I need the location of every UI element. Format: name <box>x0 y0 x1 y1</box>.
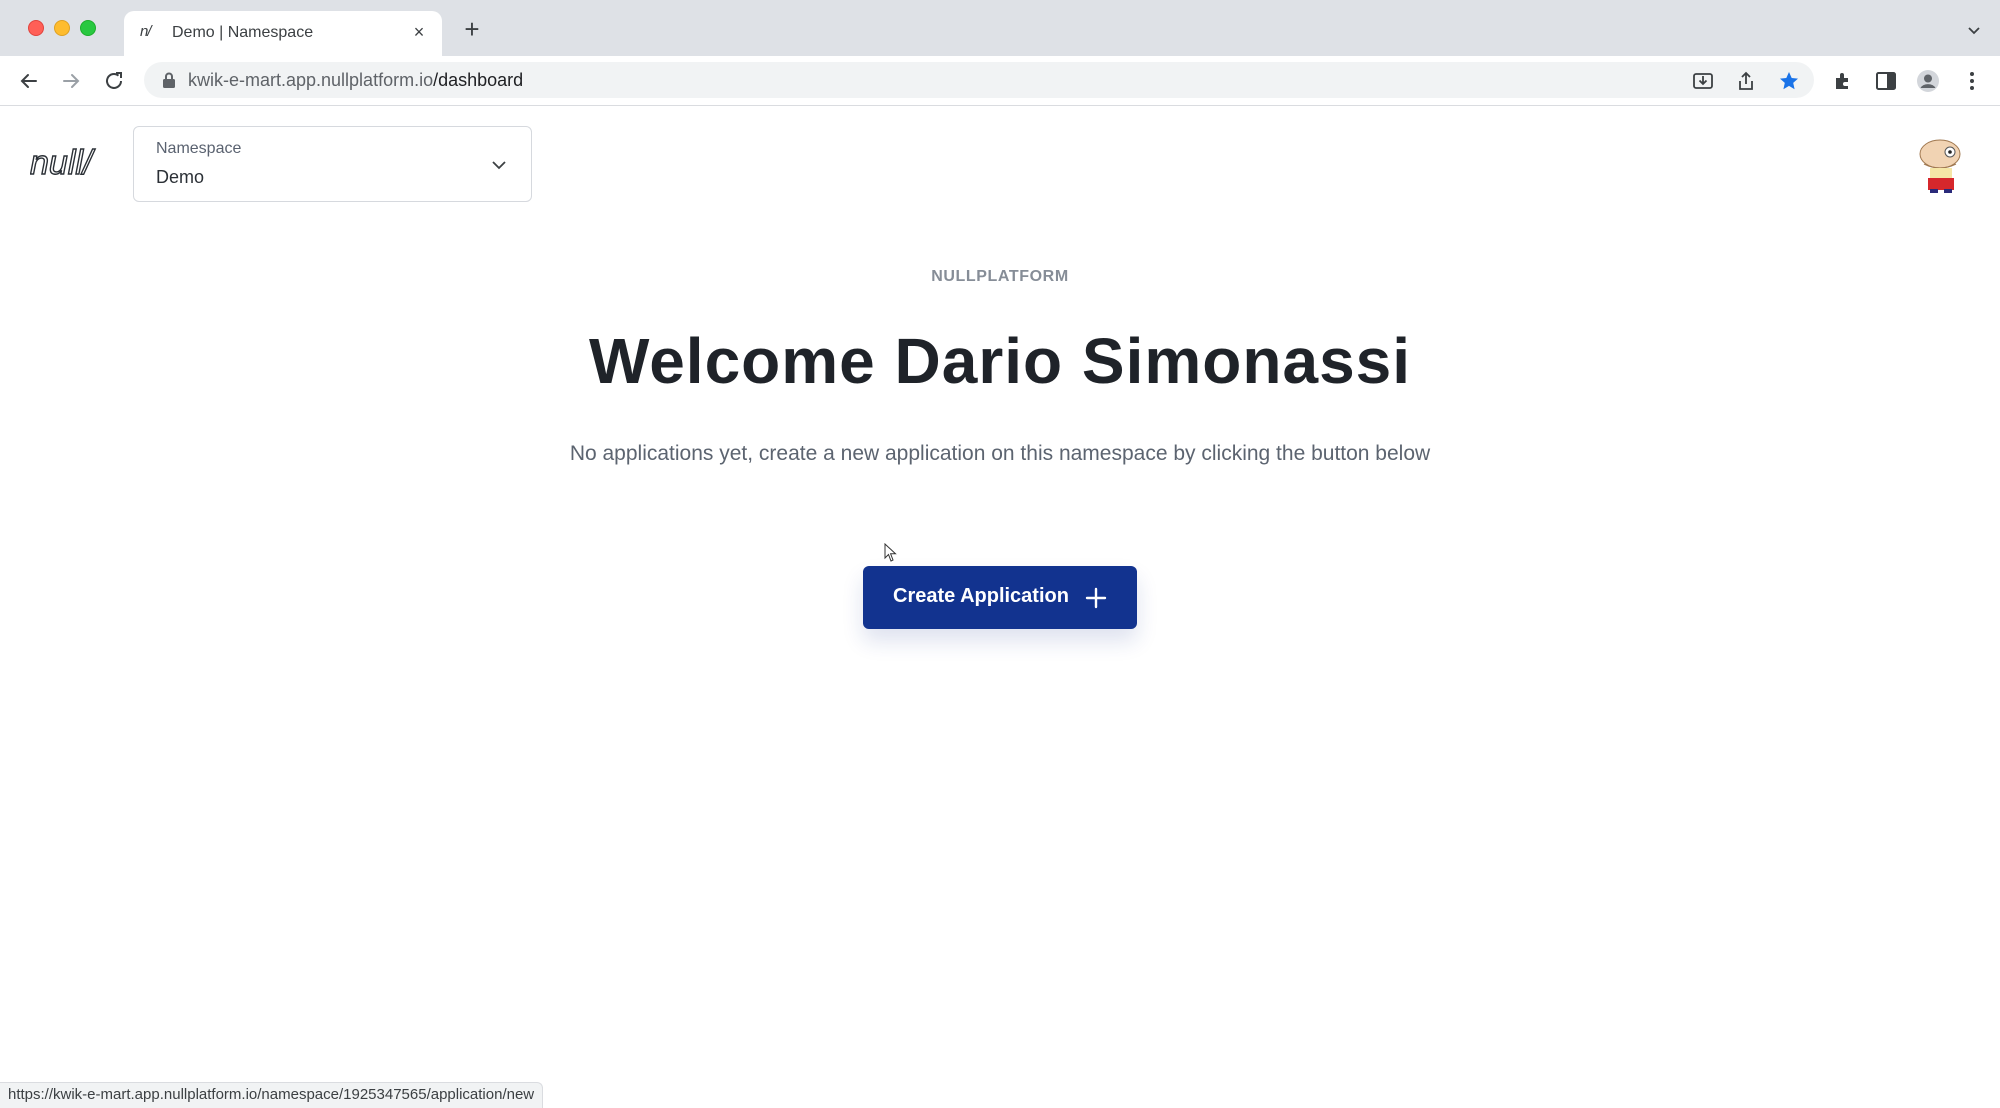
user-avatar[interactable] <box>1914 134 1970 194</box>
maximize-window-button[interactable] <box>80 20 96 36</box>
extensions-icon[interactable] <box>1831 69 1855 93</box>
url-domain: kwik-e-mart.app.nullplatform.io <box>188 70 434 90</box>
side-panel-icon[interactable] <box>1874 69 1898 93</box>
url-text: kwik-e-mart.app.nullplatform.io/dashboar… <box>188 70 523 91</box>
eyebrow-text: NULLPLATFORM <box>931 268 1069 285</box>
favicon-icon: n/ <box>140 23 152 40</box>
menu-icon[interactable] <box>1960 69 1984 93</box>
reload-icon[interactable] <box>101 68 127 94</box>
namespace-value: Demo <box>156 167 205 187</box>
svg-text:null/: null/ <box>30 144 96 182</box>
bookmark-star-icon[interactable] <box>1778 70 1800 92</box>
browser-tab-active[interactable]: n/ Demo | Namespace × <box>124 11 442 56</box>
browser-toolbar: kwik-e-mart.app.nullplatform.io/dashboar… <box>0 56 2000 106</box>
forward-icon[interactable] <box>58 68 84 94</box>
plus-icon <box>1085 587 1107 609</box>
mouse-cursor-icon <box>884 543 897 562</box>
namespace-select[interactable]: Namespace Demo <box>133 126 532 202</box>
chevron-down-icon <box>492 161 506 170</box>
create-application-button[interactable]: Create Application <box>863 566 1137 629</box>
new-tab-button[interactable]: + <box>458 16 486 44</box>
page-title: Welcome Dario Simonassi <box>588 325 1412 397</box>
close-window-button[interactable] <box>28 20 44 36</box>
install-icon[interactable] <box>1692 70 1714 92</box>
chevron-down-icon[interactable] <box>1966 22 1982 38</box>
tab-title: Demo | Namespace <box>172 24 314 41</box>
link-status-bar: https://kwik-e-mart.app.nullplatform.io/… <box>0 1082 544 1108</box>
browser-tab-bar: n/ Demo | Namespace × + <box>0 0 2000 56</box>
create-application-label: Create Application <box>893 585 1069 607</box>
nullplatform-logo[interactable]: null/ <box>30 140 114 186</box>
share-icon[interactable] <box>1735 70 1757 92</box>
empty-state-description: No applications yet, create a new applic… <box>569 442 1431 465</box>
url-path: /dashboard <box>433 70 524 90</box>
back-icon[interactable] <box>16 68 42 94</box>
namespace-label: Namespace <box>156 140 242 157</box>
lock-icon[interactable] <box>162 72 176 88</box>
address-bar[interactable]: kwik-e-mart.app.nullplatform.io/dashboar… <box>144 62 1814 98</box>
minimize-window-button[interactable] <box>54 20 70 36</box>
profile-icon[interactable] <box>1916 69 1940 93</box>
close-tab-icon[interactable]: × <box>408 21 430 43</box>
